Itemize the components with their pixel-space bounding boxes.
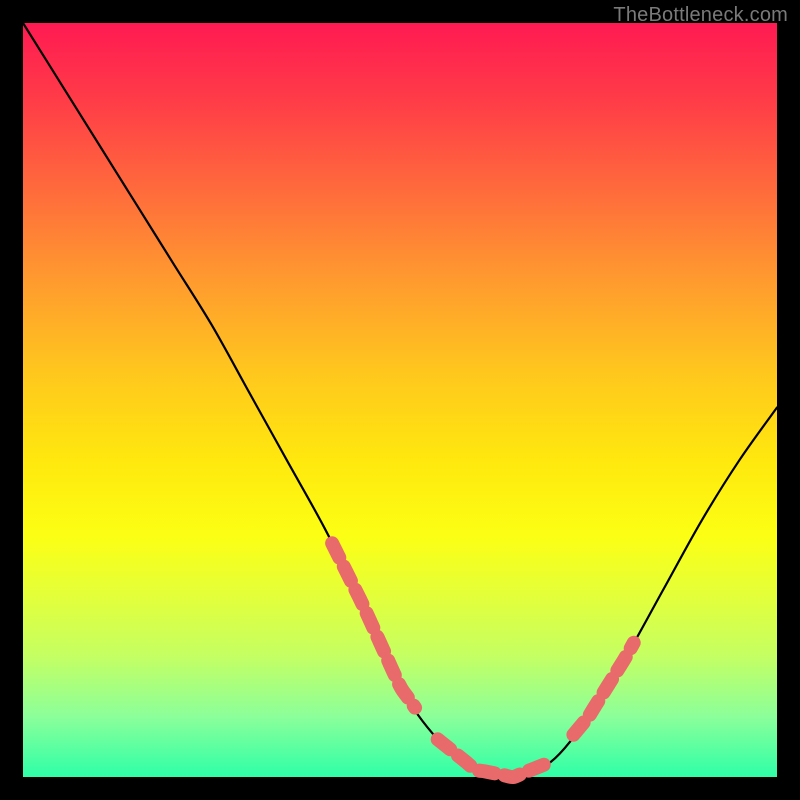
chart-svg: [23, 23, 777, 777]
valley-flat-segment: [438, 739, 551, 777]
right-threshold-segment: [573, 643, 633, 735]
bottleneck-curve: [23, 23, 777, 777]
chart-frame: TheBottleneck.com: [0, 0, 800, 800]
left-threshold-segment: [332, 543, 415, 707]
